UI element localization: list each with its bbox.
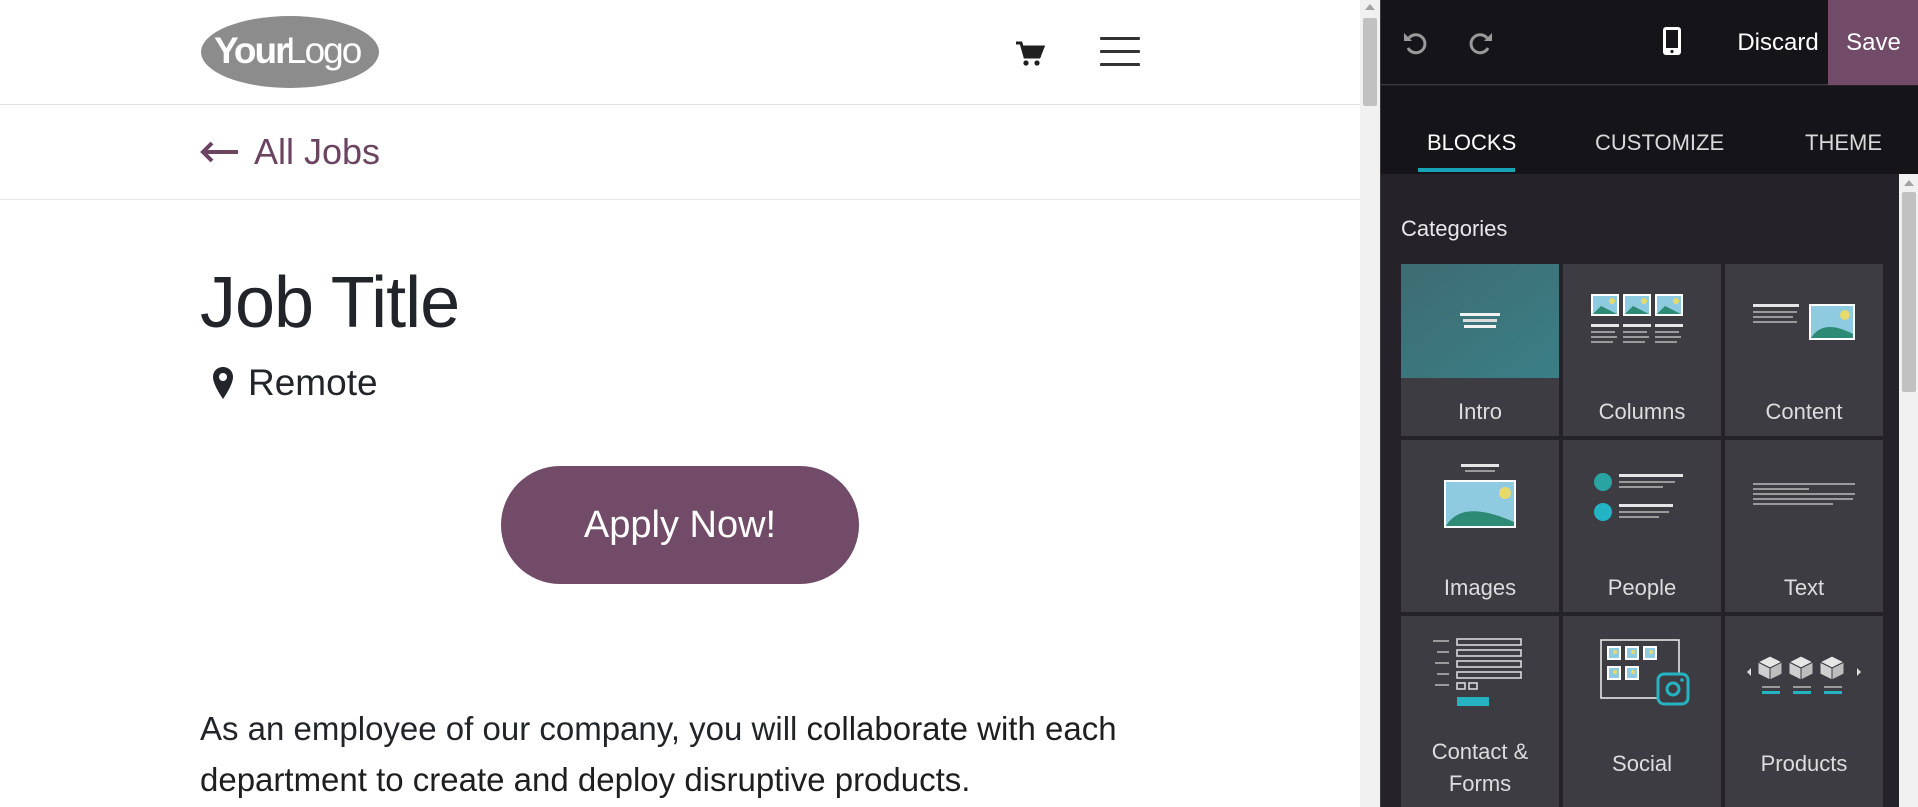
categories-heading: Categories <box>1401 216 1508 241</box>
job-location-label: Remote <box>248 362 378 403</box>
tab-blocks[interactable]: BLOCKS <box>1427 130 1516 156</box>
social-thumbnail-icon <box>1600 639 1690 706</box>
mobile-preview-icon[interactable] <box>1661 26 1683 56</box>
block-text[interactable]: Text <box>1725 440 1883 612</box>
all-jobs-link[interactable]: All Jobs <box>200 131 380 173</box>
save-button[interactable]: Save <box>1828 0 1918 85</box>
block-label: Products <box>1760 751 1848 776</box>
block-products[interactable]: Products <box>1725 616 1883 807</box>
svg-text:Logo: Logo <box>286 30 362 71</box>
shopping-cart-icon[interactable] <box>1015 40 1045 68</box>
scroll-up-arrow-icon[interactable] <box>1904 180 1914 186</box>
hamburger-menu-icon[interactable] <box>1100 37 1140 69</box>
tab-theme[interactable]: THEME <box>1805 130 1882 156</box>
undo-icon[interactable] <box>1401 28 1429 56</box>
block-label: Columns <box>1598 399 1686 424</box>
map-pin-icon <box>213 367 233 399</box>
products-thumbnail-icon <box>1747 655 1861 694</box>
discard-button[interactable]: Discard <box>1713 0 1843 85</box>
editor-toolbar: Discard Save <box>1381 0 1918 85</box>
block-intro[interactable]: Intro <box>1401 264 1559 436</box>
editor-tabs: BLOCKS CUSTOMIZE THEME <box>1381 86 1918 174</box>
columns-thumbnail-icon <box>1591 294 1683 343</box>
job-location: Remote <box>212 362 378 404</box>
intro-thumbnail-icon <box>1401 264 1559 378</box>
menu-bar <box>1100 50 1140 53</box>
scroll-up-arrow-icon[interactable] <box>1365 4 1375 10</box>
editor-panel: Discard Save BLOCKS CUSTOMIZE THEME Cate… <box>1380 0 1918 807</box>
job-description: As an employee of our company, you will … <box>200 703 1160 805</box>
block-label: Images <box>1443 575 1517 600</box>
site-logo[interactable]: Your Logo <box>200 13 380 89</box>
active-tab-indicator <box>1418 168 1515 172</box>
menu-bar <box>1100 37 1140 40</box>
images-thumbnail-icon <box>1444 464 1516 528</box>
block-images[interactable]: Images <box>1401 440 1559 612</box>
block-label: People <box>1607 575 1677 600</box>
block-content[interactable]: Content <box>1725 264 1883 436</box>
all-jobs-label: All Jobs <box>254 131 381 172</box>
menu-bar <box>1100 63 1140 66</box>
block-label: Text <box>1783 575 1825 600</box>
job-title: Job Title <box>200 263 460 343</box>
contact-forms-thumbnail-icon <box>1433 638 1522 706</box>
panel-scrollbar[interactable] <box>1899 174 1918 807</box>
block-label: Social <box>1612 751 1672 776</box>
svg-text:Your: Your <box>214 30 289 71</box>
block-people[interactable]: People <box>1563 440 1721 612</box>
block-columns[interactable]: Columns <box>1563 264 1721 436</box>
page-scrollbar[interactable] <box>1360 0 1380 807</box>
arrow-left-icon <box>200 141 238 163</box>
people-thumbnail-icon <box>1594 473 1683 521</box>
page-scroll-thumb[interactable] <box>1363 18 1377 106</box>
website-preview: Your Logo All Jobs Job Title Remote Appl… <box>0 0 1360 807</box>
redo-icon[interactable] <box>1467 28 1495 56</box>
blocks-panel: Categories Intro Columns Content Images … <box>1381 174 1899 807</box>
text-thumbnail-icon <box>1753 483 1855 505</box>
jobs-bar: All Jobs <box>0 106 1360 200</box>
block-label: Intro <box>1457 399 1503 424</box>
block-label: Content <box>1765 399 1843 424</box>
description-light: As an employee of our company, you will <box>200 710 807 747</box>
panel-scroll-thumb[interactable] <box>1902 192 1916 392</box>
apply-now-button[interactable]: Apply Now! <box>501 466 859 584</box>
content-thumbnail-icon <box>1753 304 1855 340</box>
block-social[interactable]: Social <box>1563 616 1721 807</box>
block-contact-forms[interactable]: Contact & Forms <box>1401 616 1559 807</box>
site-header: Your Logo <box>0 0 1360 105</box>
block-label: Contact & Forms <box>1431 739 1529 796</box>
tab-customize[interactable]: CUSTOMIZE <box>1595 130 1724 156</box>
